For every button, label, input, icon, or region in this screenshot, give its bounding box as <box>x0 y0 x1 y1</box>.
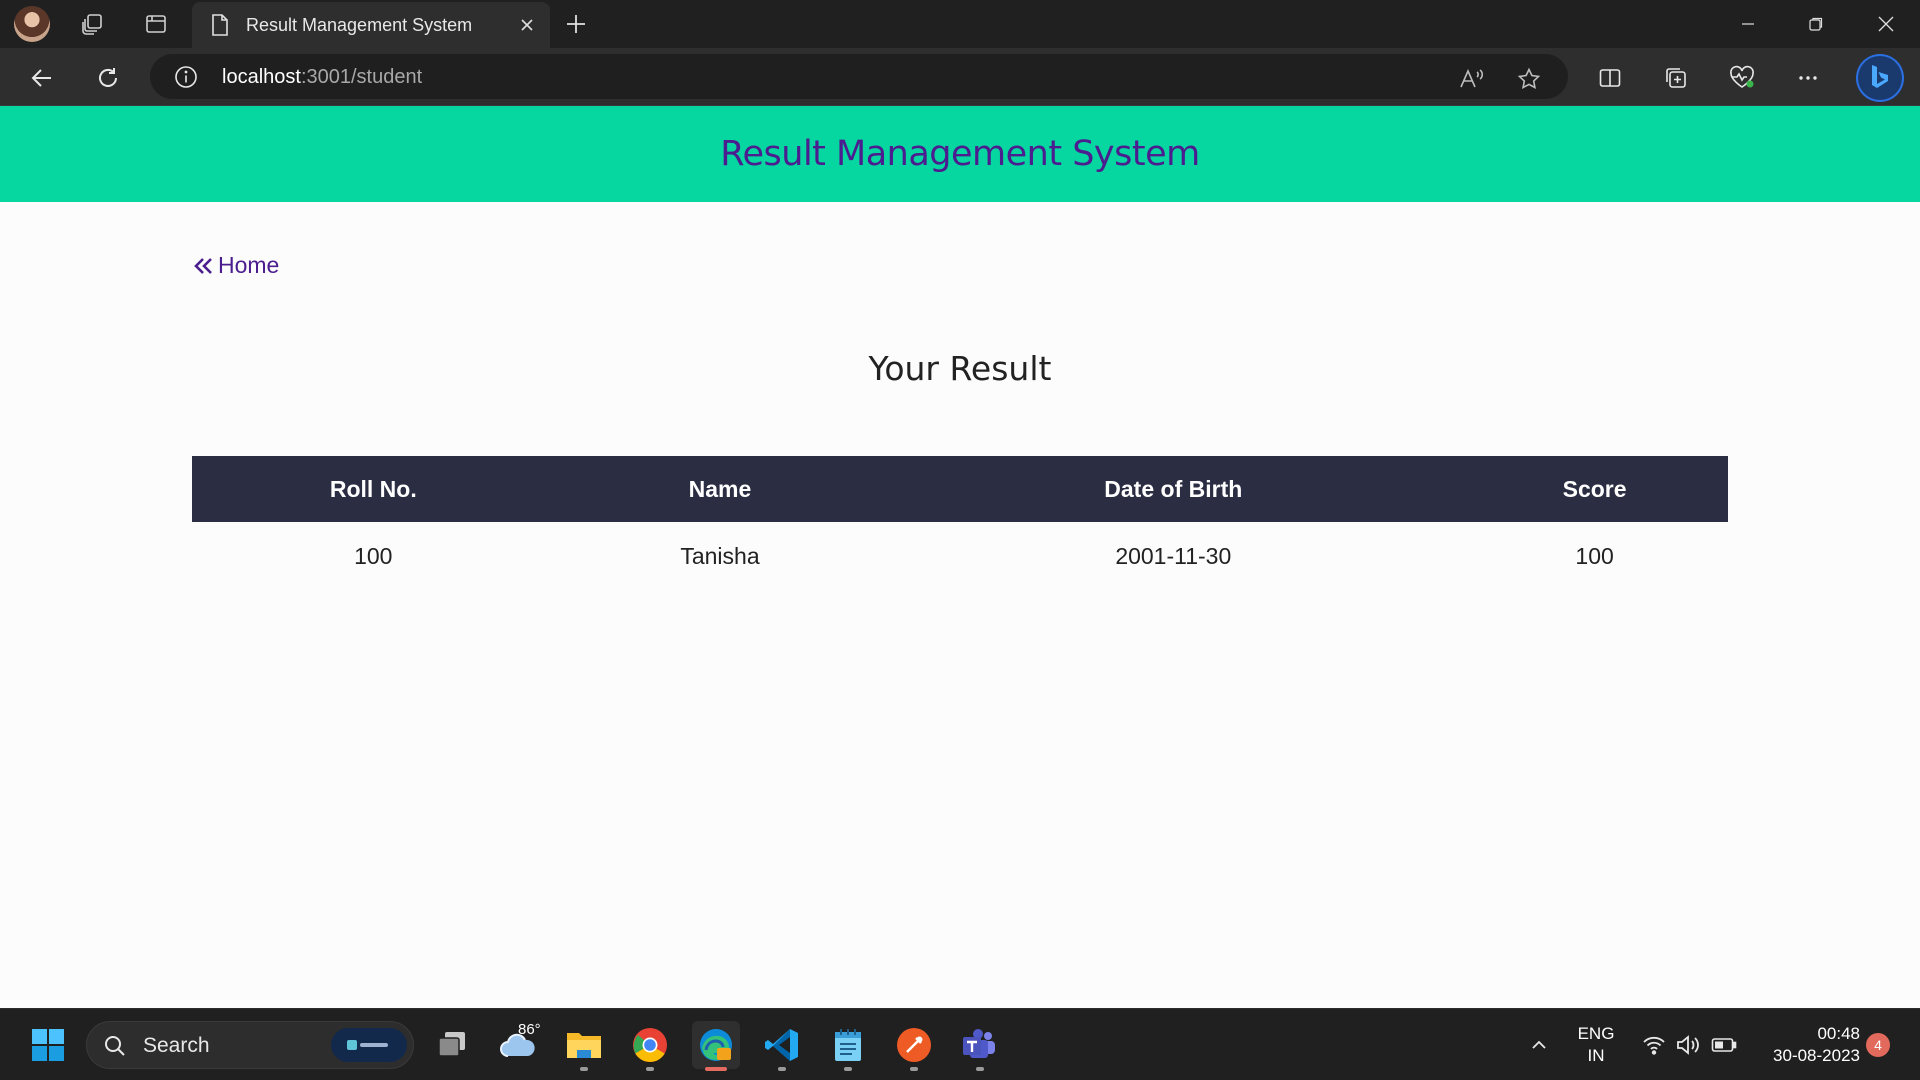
double-chevron-left-icon <box>194 257 212 274</box>
url-host: localhost <box>222 66 301 88</box>
cell-name: Tanisha <box>680 542 760 569</box>
site-info-icon[interactable] <box>174 65 198 94</box>
file-explorer-icon[interactable] <box>560 1021 608 1071</box>
table-header-row: Roll No. Name Date of Birth Score <box>192 456 1728 522</box>
language-code: ENG <box>1577 1024 1615 1043</box>
language-indicator[interactable]: ENG IN <box>1572 1023 1620 1067</box>
task-view-icon[interactable] <box>428 1021 476 1069</box>
cell-roll-no: 100 <box>354 542 393 569</box>
browser-tab-bar: Result Management System <box>0 0 1920 48</box>
url-path: :3001/student <box>300 66 423 88</box>
restore-icon[interactable] <box>1788 6 1844 42</box>
teams-icon[interactable] <box>956 1021 1004 1071</box>
url-text: localhost:3001/student <box>222 66 422 89</box>
chrome-icon[interactable] <box>626 1021 674 1071</box>
site-title: Result Management System <box>720 134 1200 174</box>
collections-icon[interactable] <box>1658 60 1694 96</box>
notepad-icon[interactable] <box>824 1021 872 1071</box>
bing-copilot-icon[interactable] <box>1856 54 1904 102</box>
minimize-icon[interactable] <box>1720 6 1776 42</box>
profile-avatar[interactable] <box>14 6 50 42</box>
url-field[interactable]: localhost:3001/student <box>150 54 1568 99</box>
vscode-icon[interactable] <box>758 1021 806 1071</box>
split-screen-icon[interactable] <box>1592 60 1628 96</box>
edge-browser-icon[interactable] <box>692 1021 740 1071</box>
clock[interactable]: 00:48 30-08-2023 <box>1756 1023 1860 1067</box>
web-page: Result Management System Home Your Resul… <box>0 106 1920 1008</box>
tab-title: Result Management System <box>246 15 473 35</box>
windows-taskbar: Search 86° ENG IN 00:48 30-08-2023 <box>0 1008 1920 1080</box>
windows-start-icon[interactable] <box>24 1021 72 1069</box>
search-icon <box>103 1034 127 1063</box>
chevron-up-icon[interactable] <box>1515 1021 1563 1069</box>
workspaces-icon[interactable] <box>76 8 108 40</box>
favorite-star-icon[interactable] <box>1514 64 1544 94</box>
column-header-score: Score <box>1461 456 1728 522</box>
close-window-icon[interactable] <box>1858 6 1914 42</box>
clock-time: 00:48 <box>1817 1024 1860 1043</box>
cell-dob: 2001-11-30 <box>1115 542 1232 569</box>
postman-icon[interactable] <box>890 1021 938 1071</box>
column-header-name: Name <box>554 456 886 522</box>
clock-date: 30-08-2023 <box>1773 1046 1860 1065</box>
result-heading: Your Result <box>868 349 1052 388</box>
cell-score: 100 <box>1575 542 1614 569</box>
site-header: Result Management System <box>0 106 1920 202</box>
weather-temperature: 86° <box>518 1021 541 1038</box>
table-row: 100 Tanisha 2001-11-30 100 <box>192 522 1728 590</box>
browser-tab-active[interactable]: Result Management System <box>192 2 550 48</box>
result-table: Roll No. Name Date of Birth Score 100 Ta… <box>192 456 1728 590</box>
refresh-icon[interactable] <box>90 60 126 96</box>
home-link-label: Home <box>218 252 280 278</box>
new-tab-icon[interactable] <box>560 8 592 40</box>
tab-actions-icon[interactable] <box>140 8 172 40</box>
search-placeholder: Search <box>143 1034 210 1057</box>
column-header-roll-no: Roll No. <box>192 456 555 522</box>
taskbar-search-box[interactable]: Search <box>86 1021 414 1069</box>
notification-badge[interactable]: 4 <box>1866 1033 1890 1057</box>
home-link[interactable]: Home <box>192 252 279 279</box>
page-icon <box>210 13 230 42</box>
back-arrow-icon[interactable] <box>24 60 60 96</box>
browser-essentials-icon[interactable] <box>1724 60 1760 96</box>
search-highlight-icon <box>331 1028 407 1062</box>
read-aloud-icon[interactable] <box>1456 64 1486 94</box>
close-tab-icon[interactable] <box>514 12 540 38</box>
column-header-dob: Date of Birth <box>885 456 1462 522</box>
more-options-icon[interactable] <box>1790 60 1826 96</box>
battery-icon[interactable] <box>1700 1021 1748 1069</box>
language-region: IN <box>1587 1046 1605 1065</box>
address-bar-row: localhost:3001/student <box>0 48 1920 106</box>
